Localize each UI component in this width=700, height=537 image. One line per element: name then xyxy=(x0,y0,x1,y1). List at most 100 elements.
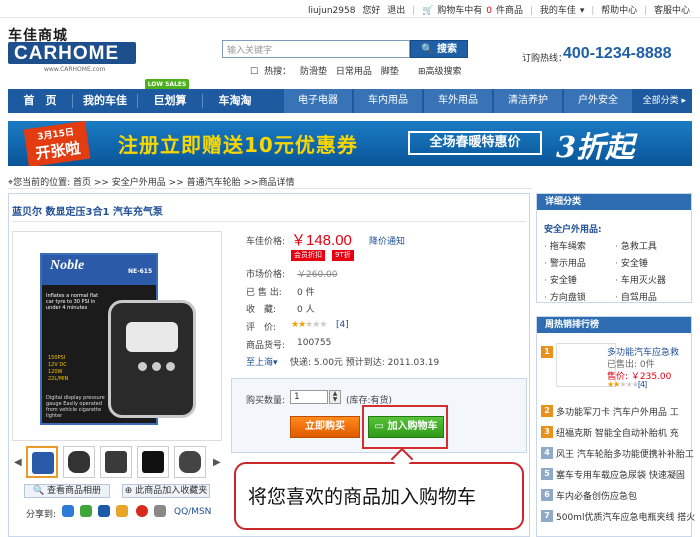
cart-count[interactable]: 0 xyxy=(486,6,492,16)
advanced-search-label[interactable]: 高级搜索 xyxy=(426,67,462,77)
nav-exterior[interactable]: 车外用品 xyxy=(424,89,492,113)
thumbnail[interactable] xyxy=(100,446,132,478)
nav-my-car[interactable]: 我的车佳 xyxy=(73,89,137,113)
category-link[interactable]: 自驾用品 xyxy=(615,290,657,303)
member-discount-tag: 会员折扣 xyxy=(291,250,325,261)
magnifier-icon: 🔍 xyxy=(32,486,45,496)
category-title[interactable]: 安全户外用品: xyxy=(544,222,602,235)
thumbs-next-icon[interactable]: ▶ xyxy=(213,457,221,468)
add-favorite-label[interactable]: 此商品加入收藏夹 xyxy=(135,486,207,496)
compressor-display xyxy=(126,322,178,352)
chevron-down-icon: ▾ xyxy=(273,358,278,368)
advanced-search[interactable]: ⊞高级搜索 xyxy=(418,64,462,77)
search-input[interactable]: 输入关键字 xyxy=(222,40,410,58)
rank-badge: 5 xyxy=(541,468,553,480)
breadcrumb-divider xyxy=(8,188,532,189)
share-qq-msn[interactable]: QQ/MSN xyxy=(174,507,211,517)
rank-item[interactable]: 500ml优质汽车应急电瓶夹线 搭火 xyxy=(556,510,695,523)
hot-word[interactable]: 脚垫 xyxy=(381,67,399,77)
greeting: 您好 xyxy=(362,6,381,16)
category-link[interactable]: 急救工具 xyxy=(615,239,657,252)
rank1-reviews[interactable]: [4] xyxy=(638,380,647,389)
username[interactable]: liujun2958 xyxy=(308,6,356,16)
breadcrumb: ⌖您当前的位置: 首页 >> 安全户外用品 >> 普通汽车轮胎 >>商品详情 xyxy=(8,175,295,188)
box-description: Inflates a normal flat car tyre to 30 PS… xyxy=(46,293,99,311)
my-car-link[interactable]: 我的车佳 xyxy=(540,6,576,16)
bestseller-header: 周热销排行榜 xyxy=(537,317,691,333)
share-weibo-icon[interactable] xyxy=(136,505,148,517)
nav-interior[interactable]: 车内用品 xyxy=(354,89,422,113)
nav-home[interactable]: 首 页 xyxy=(8,89,72,113)
rank-item[interactable]: 纽福克斯 智能全自动补胎机 充 xyxy=(556,426,679,439)
price-label: 车佳价格: xyxy=(246,237,286,247)
category-link[interactable]: 安全锤 xyxy=(615,256,648,269)
logo-url: www.CARHOME.com xyxy=(44,66,106,73)
box-specs: 150PSI 12V DC 120W 22L/MIN xyxy=(48,355,68,383)
rank-badge: 2 xyxy=(541,405,553,417)
rank-item[interactable]: 多功能军刀卡 汽车户外用品 工 xyxy=(556,405,679,418)
share-qzone-icon[interactable] xyxy=(62,505,74,517)
view-gallery-label[interactable]: 查看商品相册 xyxy=(47,486,101,496)
box-spec: 150PSI xyxy=(48,355,66,361)
chevron-right-icon: ▸ xyxy=(681,96,686,106)
rank-item[interactable]: 风王 汽车轮胎多功能便携补补胎工 xyxy=(556,447,694,460)
share-label: 分享到: xyxy=(26,510,57,520)
help-link[interactable]: 帮助中心 xyxy=(601,6,637,16)
hotline-number: 400-1234-8888 xyxy=(563,45,672,62)
rank-badge: 4 xyxy=(541,447,553,459)
callout-text: 将您喜欢的商品加入购物车 xyxy=(248,486,477,508)
cart-suffix[interactable]: 件商品 xyxy=(496,6,523,16)
search-button[interactable]: 🔍 搜索 xyxy=(410,40,468,58)
title-divider xyxy=(12,221,526,222)
hot-word[interactable]: 防滑垫 xyxy=(300,67,327,77)
quantity-input[interactable]: 1 xyxy=(290,390,328,404)
cart-icon[interactable]: 🛒 xyxy=(422,6,433,16)
nav-electronics[interactable]: 电子电器 xyxy=(284,89,352,113)
nav-all-label[interactable]: 全部分类 xyxy=(643,96,679,106)
category-link[interactable]: 警示用品 xyxy=(544,256,586,269)
thumbnail[interactable] xyxy=(174,446,206,478)
service-link[interactable]: 客服中心 xyxy=(654,6,690,16)
share-more-icon[interactable] xyxy=(154,505,166,517)
share-douban-icon[interactable] xyxy=(116,505,128,517)
chevron-down-icon[interactable]: ▾ xyxy=(580,6,585,16)
thumbnail[interactable] xyxy=(26,446,58,478)
category-link[interactable]: 拖车绳索 xyxy=(544,239,586,252)
ship-to-label[interactable]: 至上海 xyxy=(246,358,273,368)
buy-now-button[interactable]: 立即购买 xyxy=(290,416,360,438)
rank-item[interactable]: 车内必备创伤应急包 xyxy=(556,489,637,502)
logout-link[interactable]: 退出 xyxy=(387,6,405,16)
thumbnail[interactable] xyxy=(63,446,95,478)
quantity-stepper[interactable]: ▲ ▼ xyxy=(329,390,341,404)
category-link[interactable]: 方向盘锁 xyxy=(544,290,586,303)
nav-all-categories[interactable]: 全部分类 ▸ xyxy=(643,89,686,113)
search-icon: 🔍 xyxy=(421,44,434,55)
review-count[interactable]: [4] xyxy=(336,320,349,330)
hot-word[interactable]: 日常用品 xyxy=(336,67,372,77)
add-favorite-button[interactable]: ⊕ 此商品加入收藏夹 xyxy=(122,484,210,498)
view-gallery-button[interactable]: 🔍 查看商品相册 xyxy=(24,484,110,498)
nav-bargain[interactable]: 巨划算 xyxy=(138,89,202,113)
price-notice-link[interactable]: 降价通知 xyxy=(369,234,405,247)
compressor-button xyxy=(152,362,161,371)
banner-discount: 3折起 xyxy=(556,130,635,164)
promo-banner[interactable]: 3月15日 开张啦 注册立即赠送10元优惠券 全场春暖特惠价 3折起 xyxy=(8,121,692,166)
rank-item[interactable]: 塞车专用车载应急尿袋 快速凝固 xyxy=(556,468,685,481)
ship-to-link[interactable]: 至上海▾ xyxy=(246,355,278,368)
logo-english[interactable]: CARHOME xyxy=(14,43,119,65)
product-title: 蓝贝尔 数显定压3合1 汽车充气泵 xyxy=(12,207,163,218)
thumbnail[interactable] xyxy=(137,446,169,478)
cart-prefix[interactable]: 购物车中有 xyxy=(437,6,482,16)
share-kaixin-icon[interactable] xyxy=(80,505,92,517)
category-link[interactable]: 安全锤 xyxy=(544,273,577,286)
breadcrumb-text[interactable]: 您当前的位置: 首页 >> 安全户外用品 >> 普通汽车轮胎 >>商品详情 xyxy=(13,178,294,188)
share-renren-icon[interactable] xyxy=(98,505,110,517)
main-nav: 首 页 我的车佳 巨划算 车淘淘 电子电器 车内用品 车外用品 清洁养护 户外安… xyxy=(8,89,692,113)
category-link[interactable]: 车用灭火器 xyxy=(615,273,666,286)
rating-label: 评 价: xyxy=(246,323,277,333)
nav-cleaning[interactable]: 清洁养护 xyxy=(494,89,562,113)
nav-taotao[interactable]: 车淘淘 xyxy=(203,89,267,113)
banner-headline: 注册立即赠送10元优惠券 xyxy=(118,133,358,157)
thumbs-prev-icon[interactable]: ◀ xyxy=(14,457,22,468)
nav-outdoor[interactable]: 户外安全 xyxy=(564,89,632,113)
